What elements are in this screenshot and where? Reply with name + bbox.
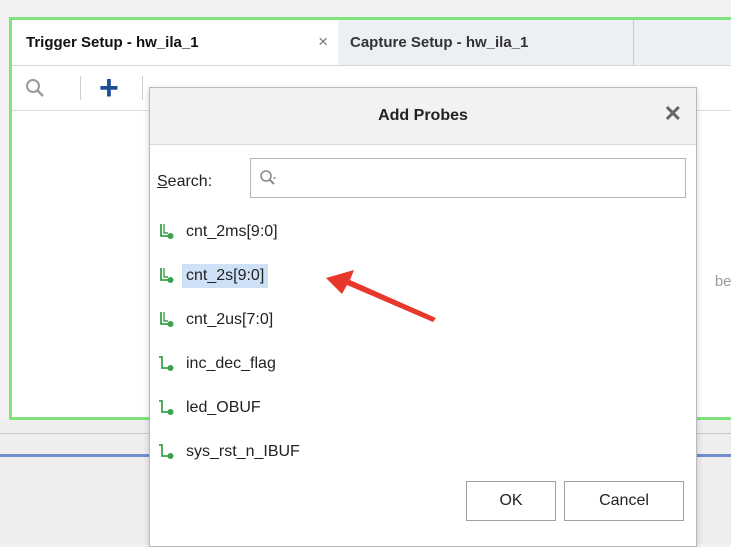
search-input[interactable] — [281, 165, 675, 193]
probe-item[interactable]: cnt_2ms[9:0] — [155, 218, 282, 246]
probe-item[interactable]: sys_rst_n_IBUF — [155, 438, 304, 466]
search-label-accelerator: S — [157, 173, 168, 190]
signal-probe-icon — [159, 356, 174, 371]
close-icon[interactable]: ✕ — [664, 102, 682, 126]
probe-label: cnt_2us[7:0] — [186, 311, 274, 328]
dialog-title: Add Probes — [378, 107, 468, 124]
tab-close-icon[interactable]: × — [318, 32, 328, 52]
tab-trigger-setup-label: Trigger Setup - hw_ila_1 — [26, 34, 199, 51]
tab-capture-setup-label: Capture Setup - hw_ila_1 — [350, 34, 529, 51]
probe-label: cnt_2s[9:0] — [182, 264, 269, 288]
annotation-arrow-icon — [326, 270, 436, 322]
toolbar-divider — [142, 76, 143, 100]
probe-label: inc_dec_flag — [186, 355, 276, 372]
search-label-text: earch: — [167, 173, 213, 190]
tab-capture-setup[interactable]: Capture Setup - hw_ila_1 — [338, 20, 634, 65]
probe-label: sys_rst_n_IBUF — [186, 443, 300, 460]
ok-button[interactable]: OK — [466, 481, 556, 521]
probe-item[interactable]: led_OBUF — [155, 394, 265, 422]
bus-probe-icon — [160, 312, 174, 327]
bus-probe-icon — [160, 224, 174, 239]
dialog-header: Add Probes ✕ — [150, 88, 696, 145]
tab-bar: Trigger Setup - hw_ila_1 × Capture Setup… — [12, 20, 731, 66]
search-field[interactable] — [250, 158, 686, 198]
search-label: Search: — [157, 173, 212, 191]
signal-probe-icon — [159, 400, 174, 415]
top-strip — [0, 0, 731, 17]
search-icon — [259, 169, 277, 192]
probe-item[interactable]: cnt_2s[9:0] — [155, 262, 269, 290]
tab-trigger-setup[interactable]: Trigger Setup - hw_ila_1 × — [12, 20, 338, 65]
toolbar-divider — [80, 76, 81, 100]
probe-label: cnt_2ms[9:0] — [186, 223, 278, 240]
probe-item[interactable]: inc_dec_flag — [155, 350, 280, 378]
background-hint-text: bes — [714, 273, 731, 290]
search-icon[interactable] — [25, 78, 45, 103]
probe-label: led_OBUF — [186, 399, 261, 416]
cancel-button[interactable]: Cancel — [564, 481, 684, 521]
bus-probe-icon — [160, 268, 174, 283]
probe-item[interactable]: cnt_2us[7:0] — [155, 306, 277, 334]
signal-probe-icon — [159, 444, 174, 459]
add-probe-icon[interactable]: + — [99, 68, 119, 108]
